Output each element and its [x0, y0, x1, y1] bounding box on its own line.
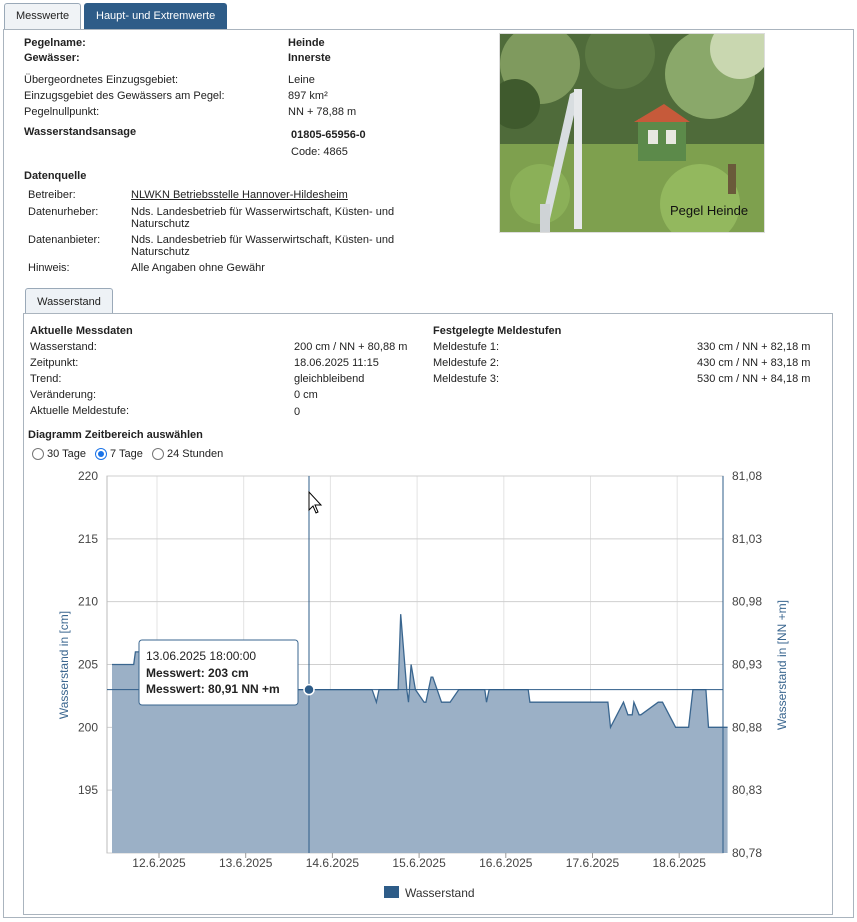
- trend-label: Trend:: [30, 373, 62, 385]
- ansage-label: Wasserstandsansage: [24, 126, 137, 138]
- betreiber-link[interactable]: NLWKN Betriebsstelle Hannover-Hildesheim: [131, 189, 348, 201]
- anbieter-label: Datenanbieter:: [28, 234, 101, 246]
- tab-messwerte[interactable]: Messwerte: [4, 3, 82, 29]
- wasserstand-value: 200 cm / NN + 80,88 m: [294, 341, 408, 353]
- urheber-label: Datenurheber:: [28, 206, 99, 218]
- betreiber-label: Betreiber:: [28, 189, 76, 201]
- meldestufe-2-value: 430 cm / NN + 83,18 m: [697, 357, 811, 369]
- meldestufe-label: Aktuelle Meldestufe:: [30, 405, 130, 417]
- nullpunkt-label: Pegelnullpunkt:: [24, 106, 100, 118]
- radio-label: 7 Tage: [110, 448, 143, 460]
- meldestufe-2-label: Meldestufe 2:: [433, 357, 500, 369]
- trend-value: gleichbleibend: [294, 373, 365, 385]
- radio-7-tage[interactable]: 7 Tage: [95, 448, 143, 460]
- einzugsgebiet-value: Leine: [288, 74, 315, 86]
- pegel-photo: Pegel Heinde: [499, 33, 765, 233]
- einzugsflaeche-value: 897 km²: [288, 90, 328, 102]
- radio-30-tage[interactable]: 30 Tage: [32, 448, 86, 460]
- zeitpunkt-label: Zeitpunkt:: [30, 357, 79, 369]
- urheber-line1: Nds. Landesbetrieb für Wasserwirtschaft,…: [131, 206, 395, 218]
- zeitbereich-title: Diagramm Zeitbereich auswählen: [28, 429, 203, 441]
- gewaesser-value: Innerste: [288, 52, 331, 64]
- tab-haupt-und-extremwerte[interactable]: Haupt- und Extremwerte: [84, 3, 228, 29]
- meldestufe-value: 0: [294, 406, 301, 418]
- hinweis-label: Hinweis:: [28, 262, 70, 274]
- wasserstand-panel: [23, 313, 833, 915]
- anbieter-line1: Nds. Landesbetrieb für Wasserwirtschaft,…: [131, 234, 395, 246]
- datenquelle-title: Datenquelle: [24, 170, 87, 182]
- pegelname-value: Heinde: [288, 37, 325, 49]
- radio-button[interactable]: [32, 448, 44, 460]
- veraenderung-value: 0 cm: [294, 389, 318, 401]
- einzugsgebiet-label: Übergeordnetes Einzugsgebiet:: [24, 74, 179, 86]
- urheber-line2: Naturschutz: [131, 218, 190, 230]
- einzugsflaeche-label: Einzugsgebiet des Gewässers am Pegel:: [24, 90, 225, 102]
- meldestufe-3-value: 530 cm / NN + 84,18 m: [697, 373, 811, 385]
- pegelname-label: Pegelname:: [24, 37, 86, 49]
- radio-label: 30 Tage: [47, 448, 86, 460]
- ansage-phone: 01805-65956-0: [291, 129, 366, 141]
- messdaten-title: Aktuelle Messdaten: [30, 325, 133, 337]
- meldestufen-title: Festgelegte Meldestufen: [433, 325, 562, 337]
- radio-24-stunden[interactable]: 24 Stunden: [152, 448, 223, 460]
- nullpunkt-value: NN + 78,88 m: [288, 106, 357, 118]
- radio-button-checked[interactable]: [95, 448, 107, 460]
- meldestufe-1-label: Meldestufe 1:: [433, 341, 500, 353]
- hinweis-value: Alle Angaben ohne Gewähr: [131, 262, 265, 274]
- tab-wasserstand[interactable]: Wasserstand: [25, 288, 113, 314]
- radio-button[interactable]: [152, 448, 164, 460]
- photo-caption: Pegel Heinde: [670, 203, 748, 218]
- veraenderung-label: Veränderung:: [30, 389, 97, 401]
- wasserstand-label: Wasserstand:: [30, 341, 97, 353]
- radio-label: 24 Stunden: [167, 448, 224, 460]
- meldestufe-3-label: Meldestufe 3:: [433, 373, 500, 385]
- meldestufe-1-value: 330 cm / NN + 82,18 m: [697, 341, 811, 353]
- gewaesser-label: Gewässer:: [24, 52, 80, 64]
- ansage-code: Code: 4865: [291, 146, 348, 158]
- anbieter-line2: Naturschutz: [131, 246, 190, 258]
- zeitpunkt-value: 18.06.2025 11:15: [294, 357, 379, 369]
